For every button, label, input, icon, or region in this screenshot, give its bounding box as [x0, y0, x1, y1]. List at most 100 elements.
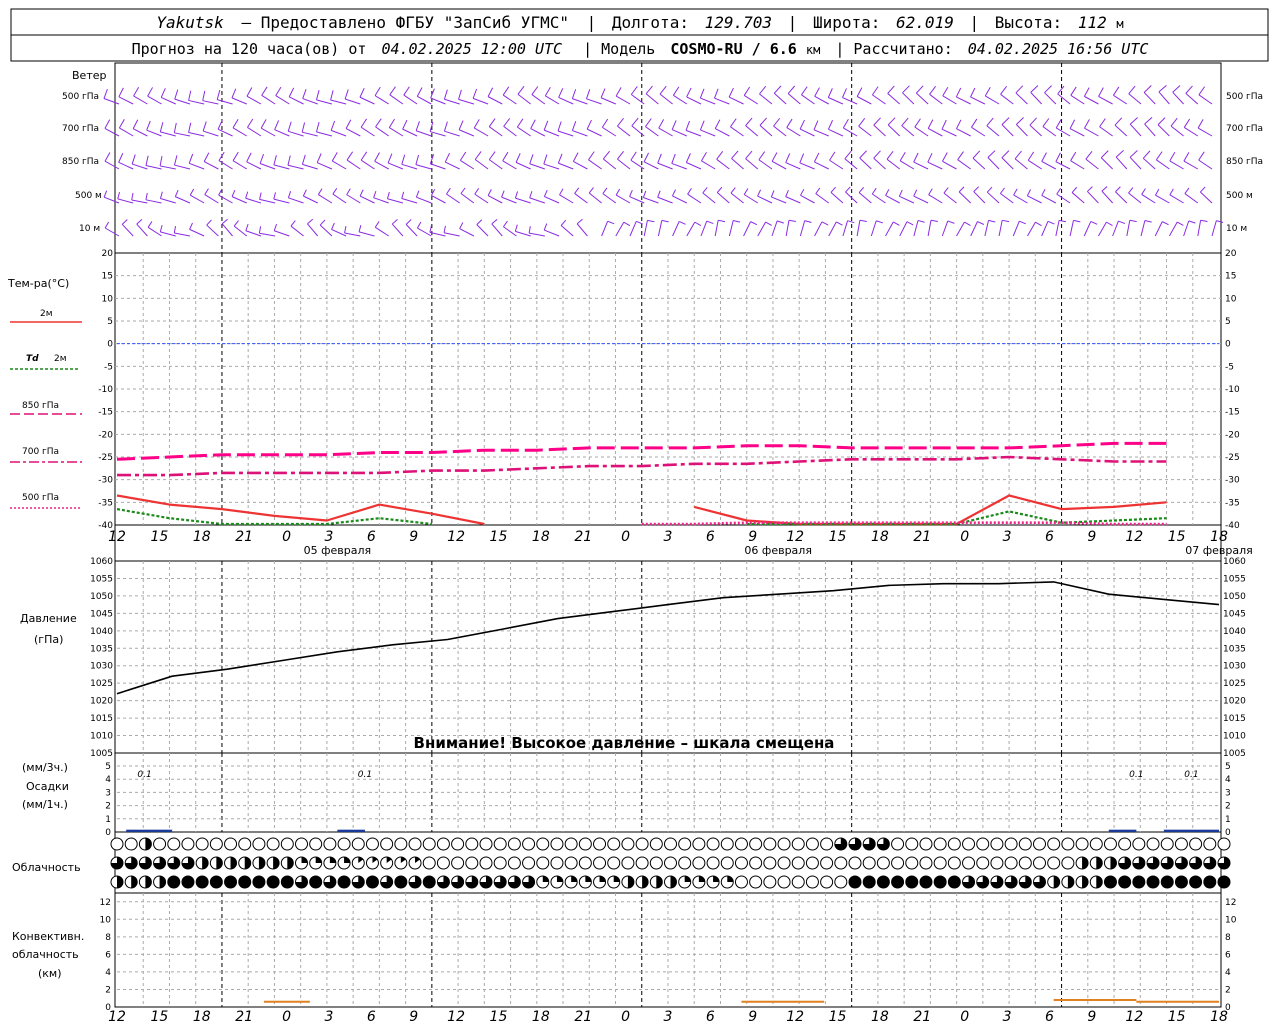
- wind-barb: [460, 159, 475, 170]
- wind-barb: [558, 162, 574, 170]
- wind-barb-flag: [330, 90, 334, 101]
- wind-barb: [927, 128, 943, 137]
- wind-barb-flag: [847, 220, 855, 224]
- wind-barb-flag: [1185, 85, 1193, 94]
- wind-barb-flag: [571, 120, 577, 131]
- wind-barb: [586, 98, 602, 105]
- wind-barb: [929, 93, 943, 105]
- wind-barb-flag: [699, 120, 705, 131]
- wind-barb-flag: [474, 151, 482, 160]
- wind-barb: [887, 124, 901, 137]
- pressure-tick-right: 1025: [1223, 679, 1246, 689]
- wind-barb: [928, 194, 943, 204]
- cloud-symbol: [451, 837, 465, 851]
- wind-barb: [844, 158, 858, 170]
- wind-barb-flag: [973, 186, 980, 192]
- wind-barb-flag: [672, 86, 680, 96]
- wind-barb-flag: [787, 85, 796, 94]
- precip-tick-right: 0: [1225, 828, 1231, 838]
- wind-barb: [273, 164, 290, 170]
- cloud-symbol: [507, 856, 521, 870]
- cloud-fill: [344, 857, 351, 863]
- hour-label-top: 0: [960, 529, 969, 545]
- wind-barb: [672, 195, 688, 204]
- wind-barb: [899, 160, 915, 170]
- cloud-symbol: [976, 837, 990, 851]
- cloud-fill: [315, 857, 322, 863]
- wind-barb-flag: [174, 190, 179, 197]
- wind-barb: [1141, 194, 1156, 204]
- wind-barb-flag: [446, 187, 451, 195]
- wind-barb: [160, 131, 176, 137]
- wind-barb-flag: [657, 153, 662, 164]
- wind-barb: [415, 164, 432, 170]
- wind-barb: [458, 98, 475, 105]
- cloud-symbol: [962, 856, 976, 870]
- wind-barb-flag: [987, 150, 996, 158]
- cloud-symbol: [1203, 837, 1217, 851]
- temp-tick-right: 5: [1225, 317, 1231, 327]
- cloud-symbols: [110, 837, 1231, 889]
- wind-barb: [1169, 194, 1184, 204]
- wind-barb-flag: [344, 89, 349, 100]
- wind-barb: [502, 94, 517, 105]
- wind-level-labels-right: 500 гПа 700 гПа 850 гПа 500 м 10 м: [1226, 92, 1263, 234]
- wind-barb-flag: [1128, 85, 1136, 95]
- conv-tick-left: 8: [105, 933, 111, 943]
- wind-barb-flag: [799, 153, 805, 164]
- wind-barb-flag: [488, 151, 496, 160]
- wind-barb-flag: [636, 220, 643, 225]
- wind-barb-flag: [984, 87, 991, 97]
- wind-barb: [873, 157, 886, 170]
- wind-barb: [529, 197, 546, 204]
- cloud-symbol: [635, 837, 649, 851]
- wind-barb-flag: [491, 218, 498, 225]
- wind-barb: [785, 162, 801, 170]
- wind-barb: [332, 160, 347, 170]
- wind-barb: [332, 193, 347, 204]
- wind-barb: [1027, 221, 1036, 237]
- wind-barb-flag: [1073, 219, 1081, 223]
- wind-barb-flag: [942, 152, 948, 162]
- cloud-symbol: [805, 856, 819, 870]
- wind-barb: [531, 94, 546, 105]
- cloud-fill: [1218, 876, 1230, 888]
- wind-barb: [1001, 157, 1014, 170]
- wind-barb: [218, 194, 233, 204]
- wind-barb-flag: [245, 191, 249, 199]
- wind-barb: [160, 198, 176, 204]
- wind-barb-flag: [629, 189, 633, 197]
- wind-barb-flag: [104, 152, 111, 162]
- wind-barb: [987, 157, 1000, 170]
- wind-barb-flag: [1014, 150, 1022, 160]
- wind-barb-flag: [714, 119, 721, 129]
- wind-barb-flag: [1070, 151, 1077, 161]
- wind-barb-flag: [202, 90, 206, 101]
- wind-barb: [202, 130, 219, 137]
- wind-barb-flag: [246, 87, 253, 97]
- wind-barb-flag: [601, 118, 609, 128]
- wind-barb: [132, 128, 148, 137]
- wind-barb-flag: [1027, 151, 1035, 161]
- wind-barb-flag: [444, 152, 451, 163]
- date-label: 07 февраля: [1185, 544, 1253, 557]
- precip-tick-right: 3: [1225, 788, 1231, 798]
- cloud-fill: [1147, 876, 1160, 888]
- wind-barb-flag: [118, 87, 124, 98]
- cloud-fill: [224, 876, 237, 888]
- temp-tick-right: -10: [1225, 385, 1240, 395]
- temp-tick-left: -5: [104, 362, 113, 372]
- temp-tick-right: 20: [1225, 249, 1237, 259]
- wind-barb: [657, 162, 673, 170]
- cloud-symbol: [408, 837, 422, 851]
- cloud-symbol: [905, 837, 919, 851]
- cloud-symbol: [1004, 856, 1018, 870]
- wind-barb-flag: [159, 225, 163, 233]
- wind-barb-flag: [928, 188, 933, 195]
- wind-barb: [787, 93, 801, 105]
- wind-barb: [759, 125, 773, 137]
- wind-barb: [458, 129, 475, 137]
- cloud-symbol: [564, 837, 578, 851]
- cloud-fill: [1082, 876, 1089, 888]
- wind-barb: [1087, 191, 1099, 204]
